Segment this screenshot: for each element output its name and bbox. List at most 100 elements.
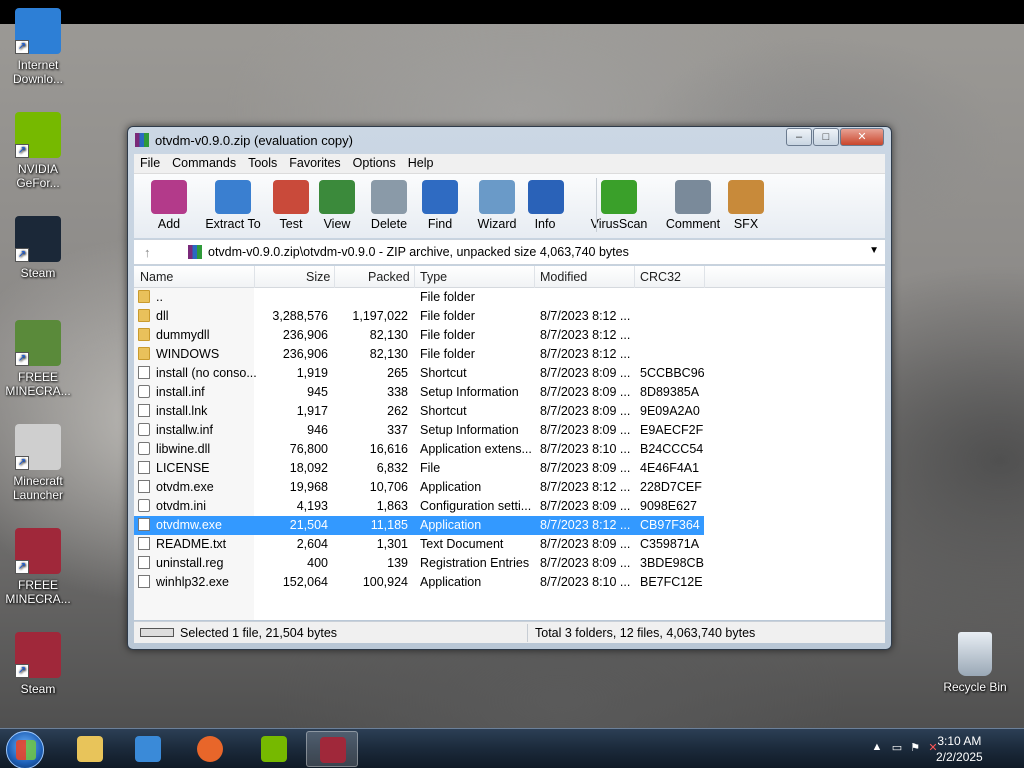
cell-crc: 228D7CEF bbox=[640, 480, 702, 494]
cell-crc: C359871A bbox=[640, 537, 700, 551]
toolbar-label: VirusScan bbox=[590, 217, 648, 231]
cell-modified: 8/7/2023 8:12 ... bbox=[540, 347, 631, 361]
find-button[interactable]: Find bbox=[420, 178, 460, 236]
desktop-icon-label: FREEE MINECRA... bbox=[5, 370, 71, 398]
network-icon[interactable]: ▭ bbox=[890, 741, 904, 755]
test-button[interactable]: Test bbox=[272, 178, 310, 236]
toolbar-separator bbox=[596, 178, 597, 232]
desktop-icon[interactable]: ↗ FREEE MINECRA... bbox=[0, 320, 76, 398]
app-icon: ↗ bbox=[15, 112, 61, 158]
menu-favorites[interactable]: Favorites bbox=[283, 154, 346, 170]
clock[interactable]: 3:10 AM 2/2/2025 bbox=[936, 733, 983, 765]
shortcut-arrow-icon: ↗ bbox=[15, 664, 29, 678]
close-button[interactable]: ✕ bbox=[840, 128, 884, 146]
table-row[interactable]: LICENSE 18,092 6,832 File 8/7/2023 8:09 ... 4… bbox=[134, 459, 704, 478]
sfx-icon bbox=[728, 180, 764, 214]
extract-to-button[interactable]: Extract To bbox=[198, 178, 268, 236]
file-icon bbox=[138, 556, 150, 569]
archive-path: otvdm-v0.9.0.zip\otvdm-v0.9.0 - ZIP arch… bbox=[208, 245, 629, 259]
virusscan-button[interactable]: VirusScan bbox=[588, 178, 650, 236]
cell-size: 19,968 bbox=[289, 480, 328, 494]
table-row[interactable]: libwine.dll 76,800 16,616 Application exten… bbox=[134, 440, 704, 459]
delete-icon bbox=[371, 180, 407, 214]
cell-packed: 338 bbox=[387, 385, 408, 399]
add-button[interactable]: Add bbox=[146, 178, 192, 236]
desktop-icon[interactable]: ↗ FREEE MINECRA... bbox=[0, 528, 76, 606]
cell-crc: BE7FC12E bbox=[640, 575, 703, 589]
firefox-icon bbox=[197, 736, 223, 762]
menu-tools[interactable]: Tools bbox=[242, 154, 283, 170]
taskbar-nvidia[interactable] bbox=[248, 731, 300, 767]
table-row[interactable]: winhlp32.exe 152,064 100,924 Application 8/7… bbox=[134, 573, 704, 592]
table-row[interactable]: dll 3,288,576 1,197,022 File folder 8/7/2023… bbox=[134, 307, 704, 326]
desktop-icon[interactable]: ↗ NVIDIA GeFor... bbox=[0, 112, 76, 190]
delete-button[interactable]: Delete bbox=[366, 178, 412, 236]
table-row[interactable]: install (no conso... 1,919 265 Shortcut 8/7/… bbox=[134, 364, 705, 383]
desktop-icon[interactable]: ↗ Steam bbox=[0, 216, 76, 280]
info-button[interactable]: Info bbox=[528, 178, 564, 236]
cell-modified: 8/7/2023 8:09 ... bbox=[540, 423, 631, 437]
view-button[interactable]: View bbox=[312, 178, 362, 236]
table-row[interactable]: README.txt 2,604 1,301 Text Document 8/7/202… bbox=[134, 535, 704, 554]
table-row[interactable]: .. File folder bbox=[134, 288, 704, 307]
file-list[interactable]: Name Size Packed Type Modified CRC32 .. F… bbox=[134, 266, 885, 620]
app-icon: ↗ bbox=[15, 424, 61, 470]
column-size[interactable]: Size bbox=[306, 270, 330, 284]
up-folder-icon[interactable]: ↑ bbox=[144, 245, 151, 260]
menu-help[interactable]: Help bbox=[402, 154, 440, 170]
start-button[interactable] bbox=[6, 731, 44, 768]
column-packed[interactable]: Packed bbox=[368, 270, 410, 284]
cell-size: 400 bbox=[307, 556, 328, 570]
desktop-icon[interactable]: ↗ Steam bbox=[0, 632, 76, 696]
table-row[interactable]: otvdmw.exe 21,504 11,185 Application 8/7/202… bbox=[134, 516, 704, 535]
desktop-icon[interactable]: ↗ Internet Downlo... bbox=[0, 8, 76, 86]
winrar-icon bbox=[320, 737, 346, 763]
cell-name: dummydll bbox=[156, 328, 210, 342]
wizard-button[interactable]: Wizard bbox=[472, 178, 522, 236]
shortcut-arrow-icon: ↗ bbox=[15, 352, 29, 366]
column-crc32[interactable]: CRC32 bbox=[640, 270, 681, 284]
table-row[interactable]: WINDOWS 236,906 82,130 File folder 8/7/2023 … bbox=[134, 345, 704, 364]
taskbar-explorer[interactable] bbox=[64, 731, 116, 767]
column-modified[interactable]: Modified bbox=[540, 270, 587, 284]
table-row[interactable]: otvdm.ini 4,193 1,863 Configuration setti..… bbox=[134, 497, 704, 516]
cell-name: libwine.dll bbox=[156, 442, 211, 456]
cell-modified: 8/7/2023 8:09 ... bbox=[540, 404, 631, 418]
address-bar[interactable]: ↑ otvdm-v0.9.0.zip\otvdm-v0.9.0 - ZIP ar… bbox=[134, 239, 885, 265]
menu-options[interactable]: Options bbox=[347, 154, 402, 170]
taskbar-firefox[interactable] bbox=[184, 731, 236, 767]
title-bar[interactable]: otvdm-v0.9.0.zip (evaluation copy) – □ ✕ bbox=[128, 127, 891, 153]
address-dropdown-icon[interactable]: ▼ bbox=[869, 245, 879, 256]
cell-packed: 10,706 bbox=[369, 480, 408, 494]
menu-file[interactable]: File bbox=[134, 154, 166, 170]
table-row[interactable]: uninstall.reg 400 139 Registration Entries 8… bbox=[134, 554, 704, 573]
action-center-flag-icon[interactable]: ⚑ bbox=[908, 741, 922, 755]
column-type[interactable]: Type bbox=[420, 270, 447, 284]
taskbar-media-player[interactable] bbox=[122, 731, 174, 767]
desktop-icon[interactable]: ↗ Minecraft Launcher bbox=[0, 424, 76, 502]
find-icon bbox=[422, 180, 458, 214]
sfx-button[interactable]: SFX bbox=[722, 178, 770, 236]
desktop-icon-label: Steam bbox=[20, 682, 56, 696]
column-name[interactable]: Name bbox=[140, 270, 173, 284]
menu-commands[interactable]: Commands bbox=[166, 154, 242, 170]
minimize-button[interactable]: – bbox=[786, 128, 812, 146]
maximize-button[interactable]: □ bbox=[813, 128, 839, 146]
show-hidden-icons-icon[interactable]: ▲ bbox=[870, 741, 884, 755]
table-row[interactable]: installw.inf 946 337 Setup Information 8/7/2… bbox=[134, 421, 704, 440]
comment-button[interactable]: Comment bbox=[662, 178, 724, 236]
recycle-bin[interactable]: Recycle Bin bbox=[937, 632, 1013, 694]
cell-modified: 8/7/2023 8:09 ... bbox=[540, 461, 631, 475]
table-row[interactable]: install.lnk 1,917 262 Shortcut 8/7/2023 8:09… bbox=[134, 402, 704, 421]
cell-size: 946 bbox=[307, 423, 328, 437]
table-row[interactable]: dummydll 236,906 82,130 File folder 8/7/2023… bbox=[134, 326, 704, 345]
cell-packed: 1,301 bbox=[376, 537, 408, 551]
cell-packed: 337 bbox=[387, 423, 408, 437]
cell-name: winhlp32.exe bbox=[156, 575, 229, 589]
taskbar-winrar[interactable] bbox=[306, 731, 358, 767]
table-row[interactable]: install.inf 945 338 Setup Information 8/7/20… bbox=[134, 383, 704, 402]
table-row[interactable]: otvdm.exe 19,968 10,706 Application 8/7/2023… bbox=[134, 478, 704, 497]
virusscan-icon bbox=[601, 180, 637, 214]
recycle-bin-label: Recycle Bin bbox=[943, 680, 1007, 694]
status-selected: Selected 1 file, 21,504 bytes bbox=[180, 626, 338, 640]
